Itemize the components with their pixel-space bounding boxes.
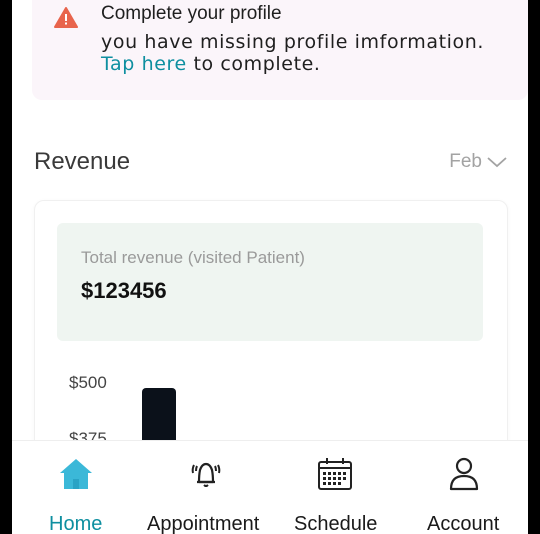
nav-item-account[interactable]: Account — [425, 441, 505, 534]
nav-label-home: Home — [49, 513, 103, 534]
nav-item-appointment[interactable]: Appointment — [147, 441, 267, 534]
nav-label-appointment: Appointment — [147, 513, 260, 534]
nav-label-account: Account — [427, 513, 500, 534]
tap-here-link[interactable]: Tap here — [101, 53, 187, 75]
revenue-card: Total revenue (visited Patient) $123456 … — [34, 200, 508, 468]
nav-item-schedule[interactable]: Schedule — [292, 441, 382, 534]
profile-incomplete-banner[interactable]: Complete your profile you have missing p… — [32, 0, 528, 100]
chevron-down-icon — [487, 157, 507, 168]
bell-ringing-icon — [191, 462, 221, 487]
calendar-icon — [318, 458, 352, 490]
month-selector[interactable]: Feb — [449, 151, 508, 173]
nav-item-home[interactable]: Home — [46, 441, 106, 534]
axis-label-500: $500 — [69, 373, 107, 392]
home-icon — [60, 459, 92, 489]
banner-action-text: to complete. — [186, 53, 321, 75]
bottom-navigation: Home Appointment Schedule Account — [12, 440, 528, 534]
total-revenue-label: Total revenue (visited Patient) — [81, 248, 305, 267]
banner-action-line: Tap here to complete. — [101, 53, 321, 75]
month-label: Feb — [449, 151, 482, 172]
nav-label-schedule: Schedule — [294, 513, 378, 534]
total-revenue-box: Total revenue (visited Patient) $123456 — [57, 223, 483, 341]
warning-triangle-icon — [54, 7, 78, 28]
app-screen: Complete your profile you have missing p… — [12, 0, 528, 534]
revenue-title: Revenue — [34, 148, 131, 175]
user-icon — [449, 457, 479, 491]
banner-title: Complete your profile — [101, 3, 282, 24]
total-revenue-value: $123456 — [81, 278, 167, 303]
banner-message: you have missing profile imformation. — [101, 31, 485, 53]
